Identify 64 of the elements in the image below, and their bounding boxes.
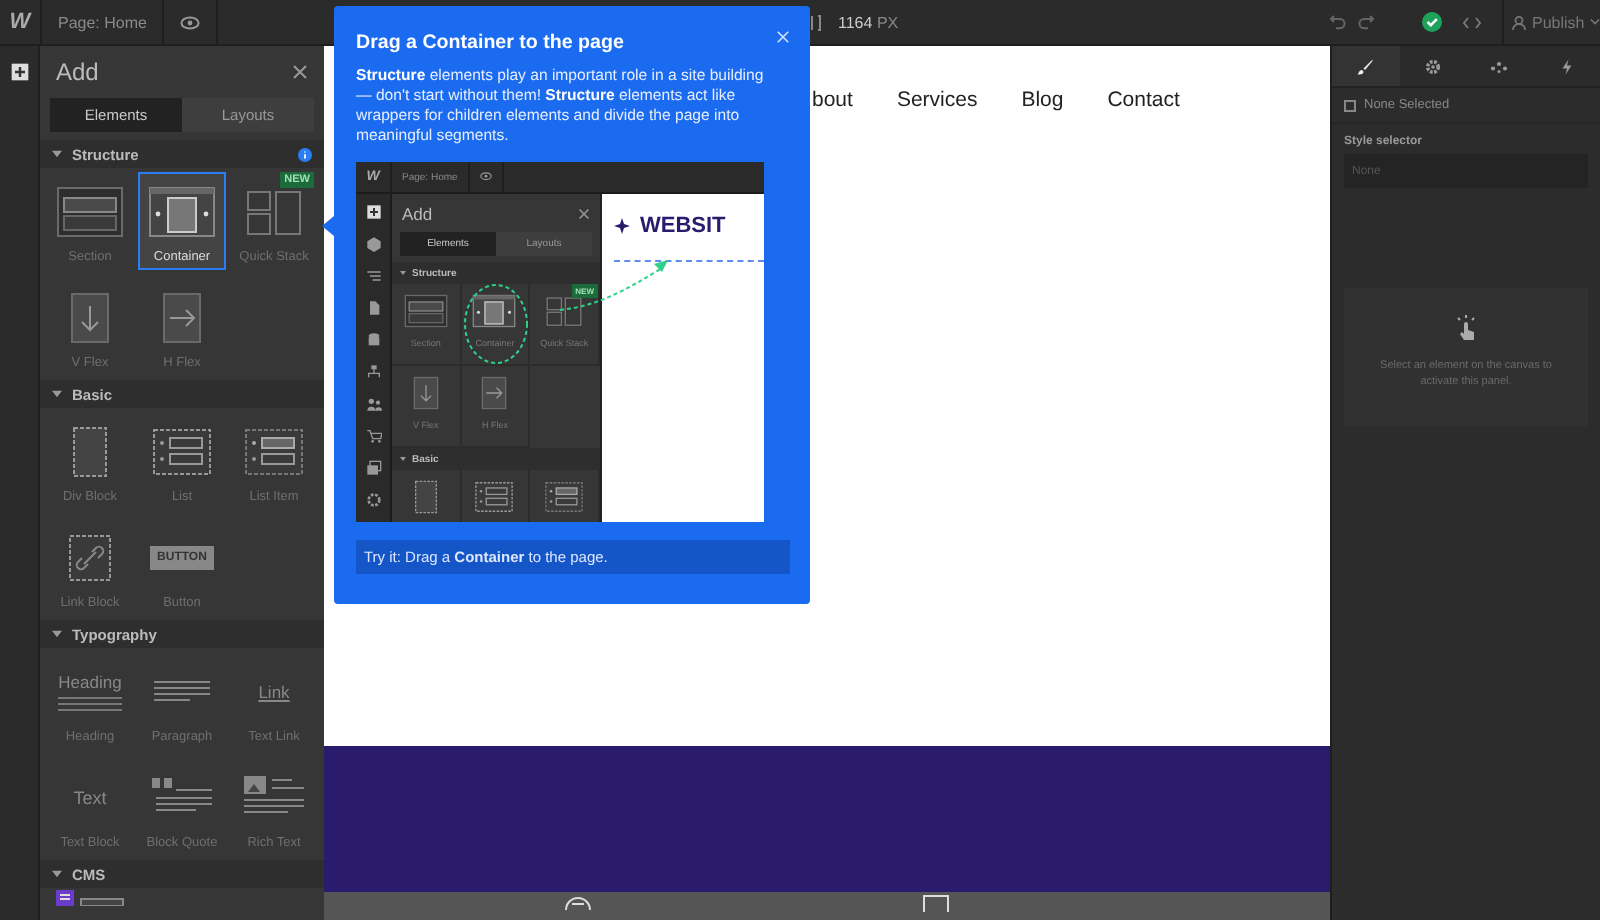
hierarchy-icon[interactable] bbox=[365, 364, 381, 380]
section-icon bbox=[403, 294, 448, 328]
section-icon bbox=[56, 186, 124, 238]
database-icon[interactable] bbox=[365, 332, 381, 348]
heading-sample: Heading bbox=[58, 672, 122, 692]
logo[interactable]: W bbox=[0, 0, 42, 44]
container-icon bbox=[148, 186, 216, 238]
page-selector[interactable]: Page: Home bbox=[42, 0, 165, 44]
cube-icon[interactable] bbox=[365, 236, 381, 252]
code-icon[interactable] bbox=[1462, 15, 1482, 29]
canvas-width: 1164 PX bbox=[838, 13, 899, 31]
caret-icon[interactable] bbox=[400, 456, 406, 462]
panel-title: Add bbox=[56, 58, 99, 86]
close-icon[interactable] bbox=[578, 207, 590, 219]
gear-icon[interactable] bbox=[365, 492, 381, 508]
list-item-icon bbox=[240, 426, 308, 478]
nav-link[interactable]: bout bbox=[812, 88, 853, 112]
page-icon[interactable] bbox=[365, 300, 381, 316]
bolt-icon bbox=[1557, 57, 1576, 75]
stack-icon bbox=[542, 294, 587, 328]
link-sample: Link bbox=[258, 682, 290, 702]
nav-link[interactable]: Contact bbox=[1107, 88, 1180, 112]
users-icon[interactable] bbox=[365, 396, 381, 412]
caret-icon[interactable] bbox=[52, 870, 62, 878]
checkbox[interactable] bbox=[1344, 99, 1356, 111]
eye-icon[interactable] bbox=[479, 172, 492, 182]
caret-icon[interactable] bbox=[52, 390, 62, 398]
lines-icon[interactable] bbox=[365, 268, 381, 284]
arc-icon bbox=[564, 894, 592, 912]
publish-button[interactable]: Publish bbox=[1502, 0, 1600, 44]
images-icon[interactable] bbox=[365, 460, 381, 476]
cart-icon[interactable] bbox=[365, 428, 381, 444]
highlight-circle bbox=[463, 284, 528, 364]
close-icon[interactable] bbox=[292, 64, 308, 80]
drops-icon bbox=[1490, 57, 1509, 75]
caret-icon bbox=[1590, 18, 1600, 26]
list-item-icon bbox=[542, 480, 587, 514]
pointer-hand-icon bbox=[1454, 314, 1478, 342]
container-icon bbox=[472, 294, 517, 328]
nav-link[interactable]: Blog bbox=[1021, 88, 1064, 112]
site-title: WEBSIT bbox=[640, 214, 726, 238]
breakpoint-icon[interactable] bbox=[810, 13, 822, 31]
caret-icon[interactable] bbox=[52, 630, 62, 638]
list-icon bbox=[472, 480, 517, 514]
text-sample: Text bbox=[73, 788, 107, 808]
panel-title: Add bbox=[402, 203, 433, 223]
list-icon bbox=[148, 426, 216, 478]
brush-icon bbox=[1356, 57, 1375, 75]
lines-icon bbox=[56, 696, 124, 712]
undo-icon[interactable] bbox=[1330, 14, 1346, 30]
collection-icon bbox=[56, 890, 124, 906]
popup-title: Drag a Container to the page bbox=[356, 32, 626, 54]
redo-icon[interactable] bbox=[1358, 14, 1374, 30]
caret-icon[interactable] bbox=[52, 150, 62, 158]
check-icon[interactable] bbox=[1422, 12, 1442, 32]
plus-icon[interactable] bbox=[365, 204, 381, 220]
nav-link[interactable]: Services bbox=[896, 88, 978, 112]
star-icon bbox=[614, 218, 630, 234]
gear-icon bbox=[1423, 57, 1442, 75]
person-icon bbox=[1512, 15, 1526, 29]
caret-icon[interactable] bbox=[400, 270, 406, 276]
plus-icon[interactable] bbox=[9, 62, 29, 82]
info-icon[interactable] bbox=[298, 147, 312, 161]
eye-icon[interactable] bbox=[180, 15, 201, 29]
